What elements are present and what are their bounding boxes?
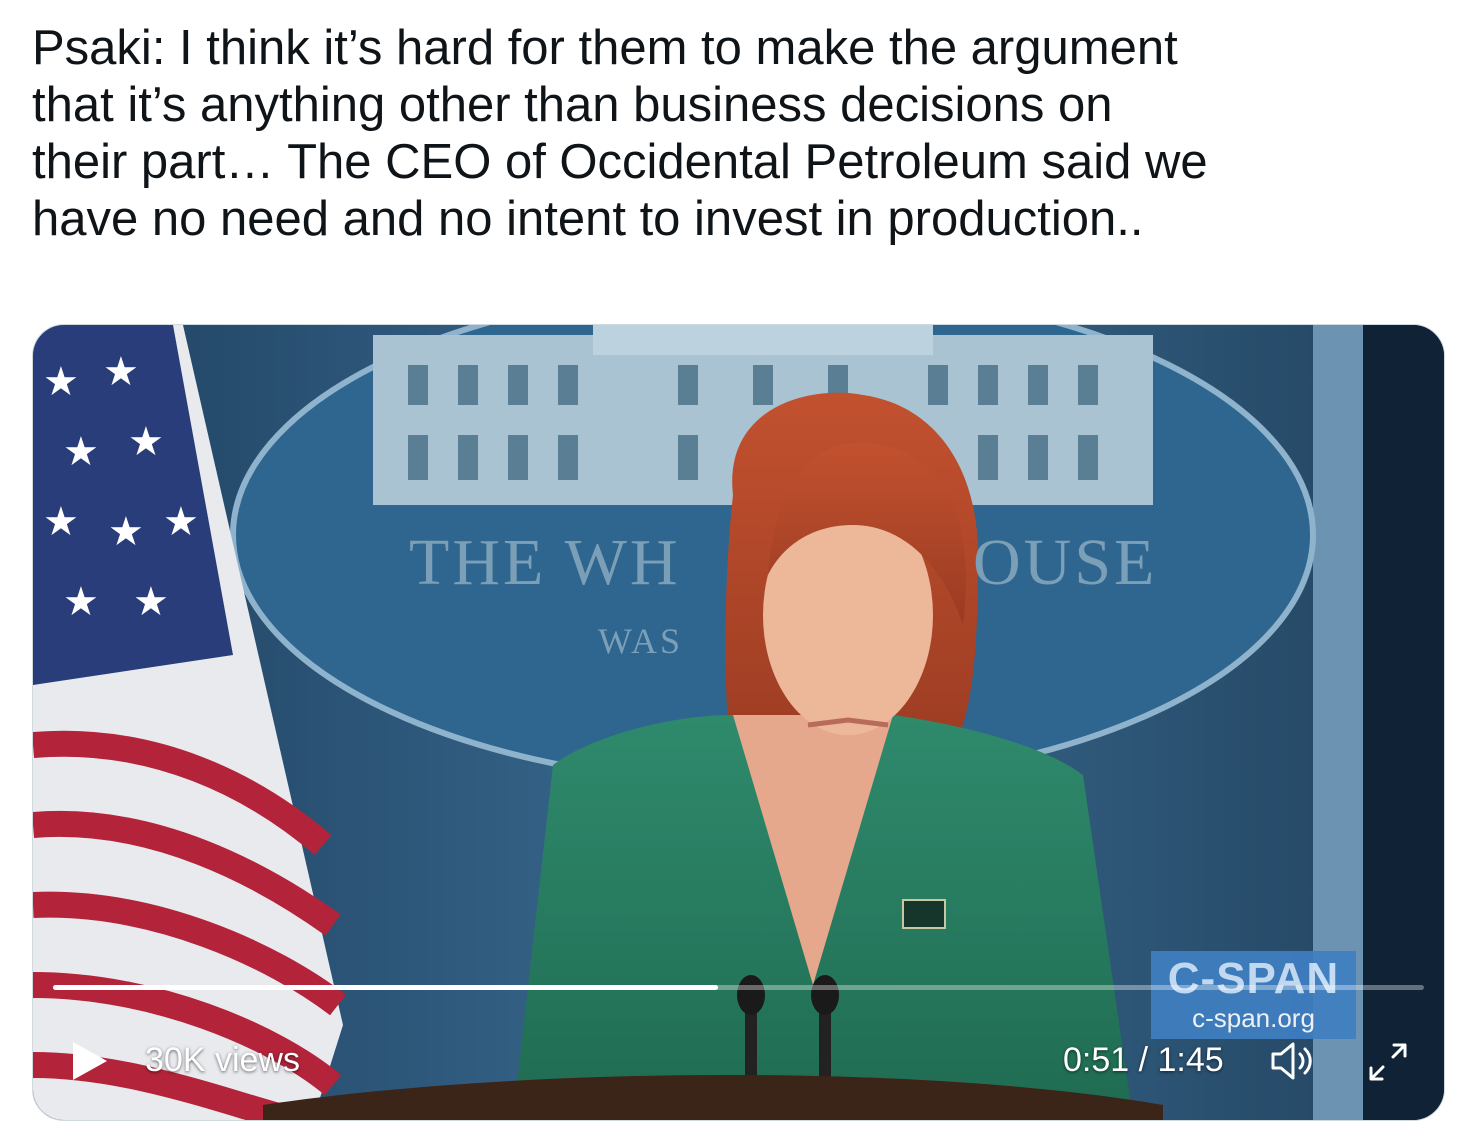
seal-text-sub: WAS (598, 621, 684, 661)
fullscreen-button[interactable] (1363, 1037, 1413, 1087)
cspan-watermark: C-SPAN c-span.org (1151, 951, 1356, 1039)
svg-text:★: ★ (163, 499, 199, 545)
fullscreen-icon (1369, 1043, 1407, 1081)
svg-text:★: ★ (133, 579, 169, 625)
tweet-text: Psaki: I think it’s hard for them to mak… (32, 21, 1208, 246)
play-button[interactable] (67, 1039, 111, 1083)
svg-text:★: ★ (108, 509, 144, 555)
svg-text:★: ★ (63, 429, 99, 475)
video-player[interactable]: ★ ★ ★ ★ ★ ★ ★ ★ ★ THE WH WAS OUSE C-SPAN c-sp… (32, 324, 1445, 1121)
svg-text:★: ★ (43, 359, 79, 405)
view-count: 30K views (145, 1041, 300, 1079)
playback-time: 0:51 / 1:45 (1063, 1041, 1224, 1079)
volume-icon (1271, 1042, 1312, 1080)
seal-text-right: OUSE (973, 526, 1158, 599)
seal-text-left: THE WH (409, 526, 681, 599)
svg-text:★: ★ (63, 579, 99, 625)
cspan-logo: C-SPAN (1167, 954, 1340, 1003)
svg-text:★: ★ (103, 349, 139, 395)
svg-text:★: ★ (43, 499, 79, 545)
progress-fill (53, 985, 718, 990)
cspan-url: c-span.org (1192, 1003, 1315, 1033)
volume-button[interactable] (1269, 1039, 1319, 1083)
progress-bar[interactable] (53, 985, 1424, 990)
play-icon (73, 1042, 107, 1080)
svg-text:★: ★ (128, 419, 164, 465)
